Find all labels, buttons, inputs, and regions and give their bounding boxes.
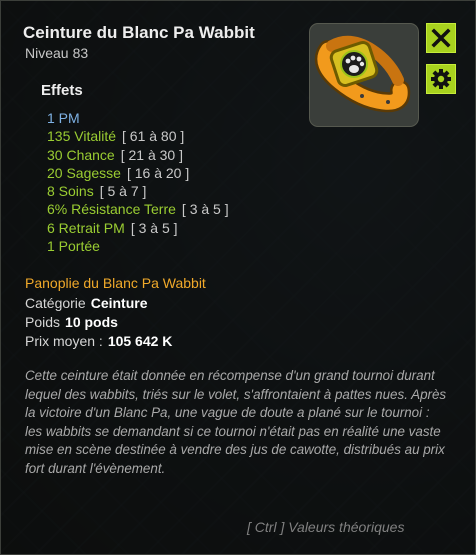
effect-item: 8 Soins[ 5 à 7 ]: [47, 183, 147, 200]
effects-list: 1 PM 135 Vitalité[ 61 à 80 ] 30 Chance[ …: [47, 109, 229, 255]
item-description: Cette ceinture était donnée en récompens…: [25, 368, 447, 476]
effect-item: 6% Résistance Terre[ 3 à 5 ]: [47, 201, 229, 218]
effects-heading: Effets: [41, 82, 83, 99]
close-x-icon: [431, 28, 451, 48]
item-level: Niveau 83: [25, 45, 88, 61]
property-weight: Poids 10 pods: [25, 314, 118, 330]
property-average-price: Prix moyen :105 642 K: [25, 333, 173, 349]
settings-button[interactable]: [426, 64, 456, 94]
effect-item: 1 PM: [47, 110, 80, 126]
effect-item: 135 Vitalité[ 61 à 80 ]: [47, 128, 185, 145]
item-tooltip-panel: Ceinture du Blanc Pa Wabbit Niveau 83 Ef…: [0, 0, 476, 555]
level-value: 83: [72, 45, 89, 61]
close-button[interactable]: [426, 23, 456, 53]
gear-icon: [431, 69, 451, 89]
item-image-frame: [309, 23, 419, 127]
set-link[interactable]: Panoplie du Blanc Pa Wabbit: [25, 275, 206, 291]
belt-icon: [315, 35, 411, 113]
item-properties: Catégorie Ceinture Poids 10 pods Prix moye…: [25, 294, 172, 351]
effect-item: 20 Sagesse[ 16 à 20 ]: [47, 164, 190, 181]
effect-item: 30 Chance[ 21 à 30 ]: [47, 146, 183, 163]
effect-item: 1 Portée: [47, 238, 100, 255]
theoretical-values-hint: [ Ctrl ] Valeurs théoriques: [247, 519, 405, 535]
effect-item: 6 Retrait PM[ 3 à 5 ]: [47, 219, 178, 236]
level-label: Niveau: [25, 45, 69, 61]
property-category: Catégorie Ceinture: [25, 295, 148, 311]
item-name: Ceinture du Blanc Pa Wabbit: [23, 23, 255, 42]
